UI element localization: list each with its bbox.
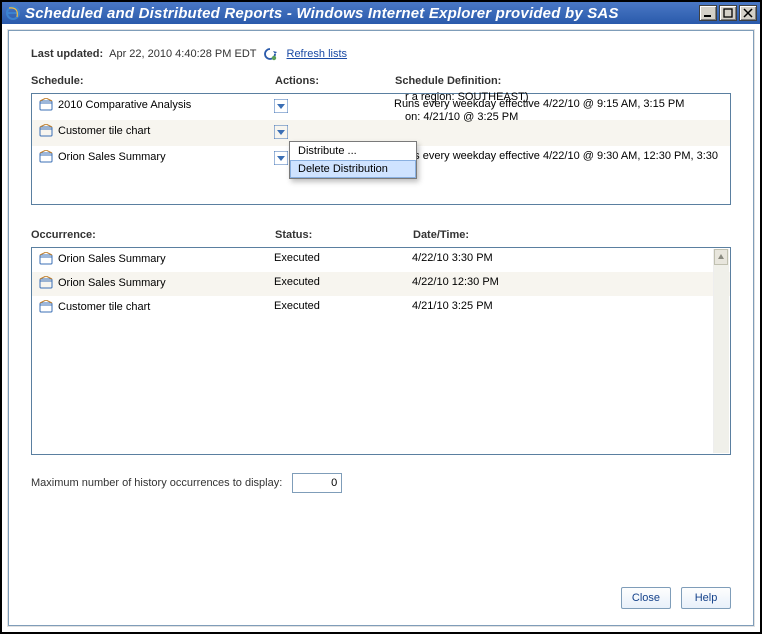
occurrence-status: Executed <box>274 300 412 312</box>
help-button[interactable]: Help <box>681 587 731 609</box>
definition-header: Schedule Definition: <box>395 75 731 87</box>
last-updated-label: Last updated: <box>31 48 103 60</box>
schedule-name[interactable]: Customer tile chart <box>58 125 150 137</box>
report-icon <box>38 150 54 164</box>
menu-item-delete-distribution[interactable]: Delete Distribution <box>290 160 416 178</box>
dialog-panel: Last updated: Apr 22, 2010 4:40:28 PM ED… <box>8 30 754 626</box>
menu-item-distribute[interactable]: Distribute ... <box>290 142 416 160</box>
schedule-name[interactable]: Orion Sales Summary <box>58 151 166 163</box>
minimize-button[interactable] <box>699 5 717 21</box>
action-dropdown-icon[interactable] <box>274 99 288 113</box>
schedule-definition: Runs every weekday effective 4/22/10 @ 9… <box>394 150 724 174</box>
close-button[interactable]: Close <box>621 587 671 609</box>
title-bar: Scheduled and Distributed Reports - Wind… <box>2 2 760 24</box>
schedule-definition: Runs every weekday effective 4/22/10 @ 9… <box>394 98 724 110</box>
refresh-lists-link[interactable]: Refresh lists <box>287 48 348 60</box>
actions-header: Actions: <box>275 75 395 87</box>
occurrence-datetime: 4/22/10 12:30 PM <box>412 276 724 288</box>
report-icon <box>38 300 54 314</box>
schedule-name[interactable]: 2010 Comparative Analysis <box>58 99 191 111</box>
occurrence-datetime: 4/22/10 3:30 PM <box>412 252 724 264</box>
occurrence-name[interactable]: Customer tile chart <box>58 301 150 313</box>
last-updated-value: Apr 22, 2010 4:40:28 PM EDT <box>109 48 256 60</box>
scrollbar[interactable] <box>713 249 729 453</box>
schedule-header: Schedule: <box>31 75 275 87</box>
ie-logo-icon <box>5 5 21 21</box>
action-dropdown-icon[interactable] <box>274 151 288 165</box>
datetime-header: Date/Time: <box>413 229 731 241</box>
occurrence-name[interactable]: Orion Sales Summary <box>58 253 166 265</box>
occurrence-table: Orion Sales Summary Executed 4/22/10 3:3… <box>31 247 731 455</box>
action-dropdown-icon[interactable] <box>274 125 288 139</box>
occurrence-status: Executed <box>274 276 412 288</box>
close-window-button[interactable] <box>739 5 757 21</box>
maximize-button[interactable] <box>719 5 737 21</box>
occurrence-name[interactable]: Orion Sales Summary <box>58 277 166 289</box>
occurrence-status: Executed <box>274 252 412 264</box>
max-history-label: Maximum number of history occurrences to… <box>31 477 282 489</box>
max-history-input[interactable] <box>292 473 342 493</box>
action-context-menu: Distribute ... Delete Distribution <box>289 141 417 179</box>
report-icon <box>38 98 54 112</box>
refresh-icon[interactable] <box>263 47 277 61</box>
report-icon <box>38 252 54 266</box>
scroll-up-icon[interactable] <box>714 249 728 265</box>
occurrence-header: Occurrence: <box>31 229 275 241</box>
status-header: Status: <box>275 229 413 241</box>
report-icon <box>38 276 54 290</box>
occurrence-datetime: 4/21/10 3:25 PM <box>412 300 724 312</box>
report-icon <box>38 124 54 138</box>
window-title: Scheduled and Distributed Reports - Wind… <box>25 5 699 22</box>
